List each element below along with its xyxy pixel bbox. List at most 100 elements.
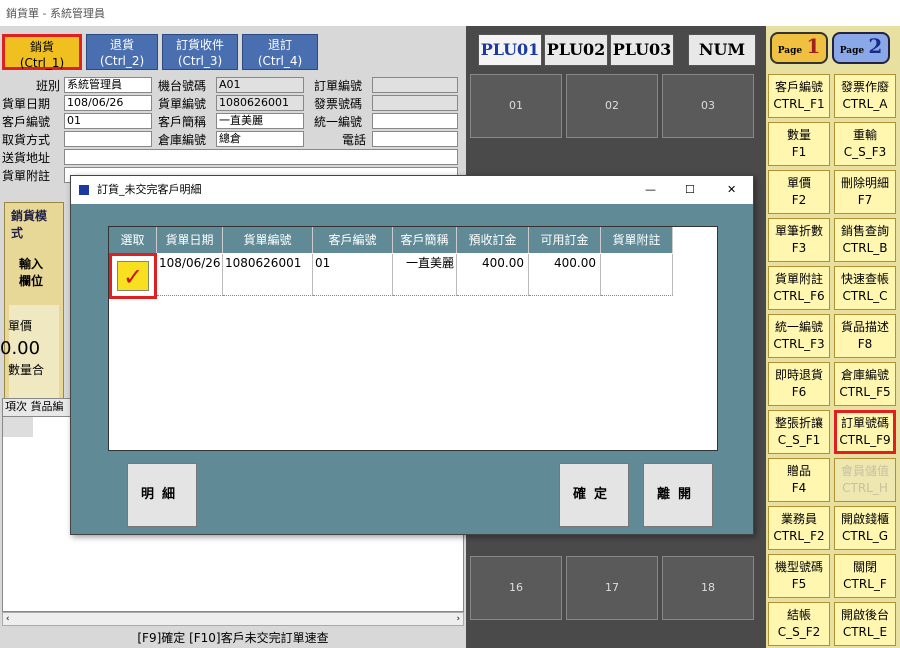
warehouse-field[interactable]: 總倉: [216, 131, 304, 147]
app-icon: [79, 185, 89, 195]
detail-button[interactable]: 明細: [127, 463, 197, 527]
function-key[interactable]: 銷售查詢 CTRL_B: [834, 218, 896, 262]
function-key[interactable]: 刪除明細 F7: [834, 170, 896, 214]
function-key[interactable]: 單筆折數 F3: [768, 218, 830, 262]
tab-hotkey: (Ctrl_2): [99, 54, 145, 68]
function-key[interactable]: 關閉 CTRL_F: [834, 554, 896, 598]
function-key-hotkey: F4: [791, 481, 807, 495]
price-value: 0.00: [0, 338, 41, 359]
page-2-button[interactable]: Page 2: [832, 32, 890, 64]
shift-field[interactable]: 系統管理員: [64, 77, 152, 93]
pickup-field[interactable]: [64, 131, 152, 147]
function-key[interactable]: 贈品 F4: [768, 458, 830, 502]
plu-cell[interactable]: 03: [662, 74, 754, 138]
function-key-label: 整張折讓: [774, 416, 823, 430]
tab-plu03[interactable]: PLU03: [610, 34, 674, 66]
function-key[interactable]: 開啟後台 CTRL_E: [834, 602, 896, 646]
function-key-label: 即時退貨: [774, 368, 823, 382]
horizontal-scrollbar[interactable]: ‹ ›: [2, 612, 464, 626]
function-key[interactable]: 貨品描述 F8: [834, 314, 896, 358]
order-no-field[interactable]: [372, 77, 458, 93]
close-icon[interactable]: ✕: [727, 176, 736, 204]
function-key-label: 統一編號: [774, 320, 823, 334]
tax-id-field[interactable]: [372, 113, 458, 129]
delivery-field[interactable]: [64, 149, 458, 165]
invoice-field[interactable]: [372, 95, 458, 111]
function-key[interactable]: 重輸 C_S_F3: [834, 122, 896, 166]
function-key-label: 開啟後台: [840, 608, 889, 622]
function-key[interactable]: 貨單附註 CTRL_F6: [768, 266, 830, 310]
function-key-label: 業務員: [780, 512, 817, 526]
orders-grid[interactable]: 選取 貨單日期 貨單編號 客戶編號 客戶簡稱 預收訂金 可用訂金 貨單附註 ✓ …: [108, 226, 718, 451]
function-panel: Page 1 Page 2 客戶編號 CTRL_F1 發票作廢 CTRL_A 數量 F1 重…: [766, 26, 900, 648]
status-bar: [F9]確定 [F10]客戶未交完訂單速查: [137, 631, 329, 645]
function-key-hotkey: F5: [791, 577, 807, 591]
function-key[interactable]: 倉庫編號 CTRL_F5: [834, 362, 896, 406]
qty-label: 數量合: [8, 363, 45, 377]
page-1-button[interactable]: Page 1: [770, 32, 828, 64]
function-key-hotkey: CTRL_A: [842, 97, 888, 111]
tab-order-receive[interactable]: 訂貨收件 (Ctrl_3): [162, 34, 238, 70]
function-key-hotkey: C_S_F3: [843, 145, 887, 159]
function-key-label: 關閉: [852, 560, 877, 574]
confirm-button[interactable]: 確定: [559, 463, 629, 527]
function-key-label: 數量: [786, 128, 811, 142]
function-key[interactable]: 整張折讓 C_S_F1: [768, 410, 830, 454]
row-doc-no: 1080626001: [223, 254, 313, 296]
function-key[interactable]: 結帳 C_S_F2: [768, 602, 830, 646]
function-key[interactable]: 即時退貨 F6: [768, 362, 830, 406]
function-key-hotkey: CTRL_G: [841, 529, 889, 543]
plu-cell[interactable]: 02: [566, 74, 658, 138]
row-deposit: 400.00: [457, 254, 529, 296]
tab-sales[interactable]: 銷貨 (Ctrl_1): [2, 34, 82, 70]
customer-no-label: 客戶編號: [2, 115, 51, 129]
tab-label: 退訂: [267, 38, 292, 52]
phone-field[interactable]: [372, 131, 458, 147]
tab-return[interactable]: 退貨 (Ctrl_2): [86, 34, 158, 70]
tab-plu01[interactable]: PLU01: [478, 34, 542, 66]
row-date: 108/06/26: [157, 254, 223, 296]
order-no-label: 訂單編號: [314, 79, 363, 93]
date-label: 貨單日期: [2, 97, 51, 111]
customer-name-label: 客戶簡稱: [158, 115, 207, 129]
plu-cell[interactable]: 01: [470, 74, 562, 138]
dialog-titlebar: 訂貨_未交完客戶明細 — ☐ ✕: [71, 176, 753, 204]
page-prefix: Page: [839, 46, 865, 56]
leave-button[interactable]: 離開: [643, 463, 713, 527]
function-key[interactable]: 開啟錢櫃 CTRL_G: [834, 506, 896, 550]
function-key-hotkey: F6: [791, 385, 807, 399]
function-key[interactable]: 客戶編號 CTRL_F1: [768, 74, 830, 118]
mode-label: 銷貨模式: [11, 209, 48, 240]
col-item: 貨品編: [30, 400, 64, 413]
tab-plu02[interactable]: PLU02: [544, 34, 608, 66]
customer-name-field[interactable]: 一直美麗: [216, 113, 304, 129]
plu-cell[interactable]: 18: [662, 556, 754, 620]
function-key-label: 結帳: [786, 608, 811, 622]
plu-cell[interactable]: 17: [566, 556, 658, 620]
function-key[interactable]: 業務員 CTRL_F2: [768, 506, 830, 550]
doc-no-label: 貨單編號: [158, 97, 207, 111]
function-key[interactable]: 發票作廢 CTRL_A: [834, 74, 896, 118]
maximize-icon[interactable]: ☐: [685, 176, 695, 204]
checkmark-icon[interactable]: ✓: [117, 261, 149, 291]
minimize-icon[interactable]: —: [645, 176, 656, 204]
function-key[interactable]: 訂單號碼 CTRL_F9: [834, 410, 896, 454]
function-key[interactable]: 機型號碼 F5: [768, 554, 830, 598]
function-key[interactable]: 會員儲值 CTRL_H: [834, 458, 896, 502]
date-field[interactable]: 108/06/26: [64, 95, 152, 111]
function-key[interactable]: 統一編號 CTRL_F3: [768, 314, 830, 358]
function-key-hotkey: F8: [857, 337, 873, 351]
function-key[interactable]: 單價 F2: [768, 170, 830, 214]
select-cell[interactable]: ✓: [109, 253, 157, 299]
num-button[interactable]: NUM: [688, 34, 756, 66]
function-key[interactable]: 數量 F1: [768, 122, 830, 166]
customer-no-field[interactable]: 01: [64, 113, 152, 129]
page-prefix: Page: [777, 46, 803, 56]
col-seq: 項次: [5, 400, 27, 413]
tab-cancel-order[interactable]: 退訂 (Ctrl_4): [242, 34, 318, 70]
function-key-hotkey: CTRL_E: [842, 625, 888, 639]
plu-cell[interactable]: 16: [470, 556, 562, 620]
col-header: 客戶簡稱: [393, 227, 457, 253]
row-note: [601, 254, 673, 296]
function-key[interactable]: 快速查帳 CTRL_C: [834, 266, 896, 310]
